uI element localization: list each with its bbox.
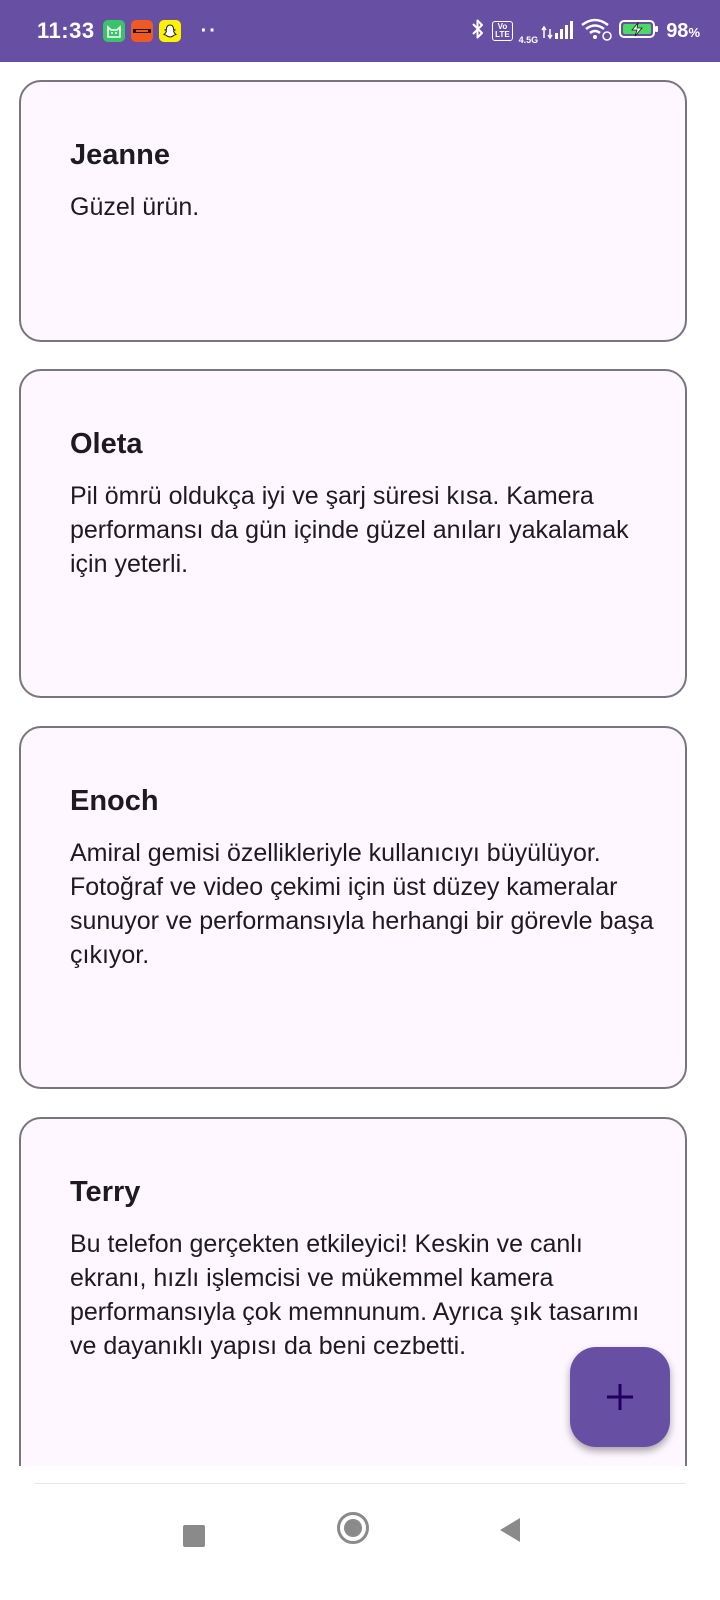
- back-button[interactable]: [490, 1510, 530, 1550]
- review-text: Amiral gemisi özellikleriyle kullanıcıyı…: [70, 839, 654, 969]
- cat-app-icon: [102, 20, 125, 42]
- review-text: Bu telefon gerçekten etkileyici! Keskin …: [70, 1230, 640, 1360]
- recents-button[interactable]: [172, 1514, 216, 1558]
- review-card[interactable]: Jeanne Güzel ürün.: [19, 80, 687, 342]
- shopping-app-icon: [130, 20, 153, 42]
- reviewer-name: Oleta: [70, 428, 143, 460]
- recents-icon: [183, 1525, 205, 1547]
- notification-icons: ··: [102, 19, 218, 43]
- snapchat-icon: [158, 20, 181, 42]
- status-bar: 11:33 ·· Vo LTE 4.5G 98%: [0, 0, 720, 62]
- back-icon: [500, 1518, 520, 1542]
- home-button[interactable]: [333, 1508, 373, 1548]
- plus-icon: [607, 1384, 633, 1410]
- wifi-icon: [580, 17, 612, 46]
- battery-percentage: 98%: [666, 19, 700, 42]
- status-time: 11:33: [37, 18, 95, 43]
- reviewer-name: Enoch: [70, 785, 159, 817]
- signal-icon: [540, 18, 574, 45]
- volte-icon: Vo LTE: [492, 21, 513, 41]
- system-status-icons: Vo LTE 4.5G 98%: [470, 17, 700, 46]
- navigation-bar: [0, 1466, 720, 1600]
- network-type-label: 4.5G: [518, 34, 539, 45]
- review-card[interactable]: Enoch Amiral gemisi özellikleriyle kulla…: [19, 726, 687, 1089]
- more-notifications-indicator: ··: [200, 19, 218, 42]
- bluetooth-icon: [470, 17, 486, 46]
- add-review-button[interactable]: [570, 1347, 670, 1447]
- review-text: Güzel ürün.: [70, 193, 200, 221]
- review-list[interactable]: Jeanne Güzel ürün. Oleta Pil ömrü oldukç…: [0, 62, 720, 1495]
- review-text: Pil ömrü oldukça iyi ve şarj süresi kısa…: [70, 482, 629, 578]
- battery-icon: [618, 18, 660, 45]
- nav-divider: [34, 1483, 686, 1484]
- home-icon: [337, 1512, 369, 1544]
- reviewer-name: Terry: [70, 1176, 141, 1208]
- review-card[interactable]: Oleta Pil ömrü oldukça iyi ve şarj süres…: [19, 369, 687, 698]
- reviewer-name: Jeanne: [70, 139, 170, 171]
